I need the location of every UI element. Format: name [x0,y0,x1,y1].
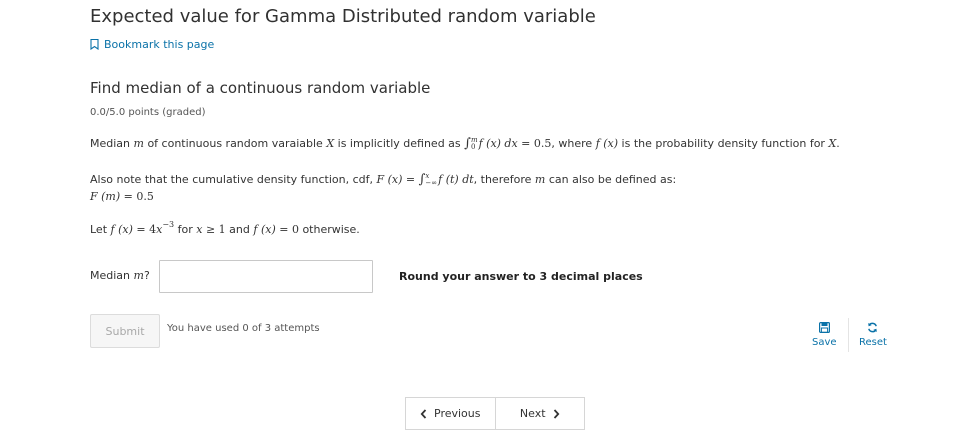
save-button[interactable]: Save [812,322,837,348]
save-label: Save [812,337,837,348]
median-definition-text: Median m of continuous random varaiable … [90,136,840,151]
refresh-icon [868,322,878,333]
attempts-text: You have used 0 of 3 attempts [167,323,320,334]
sequence-navigation: Previous Next [405,397,585,430]
reset-button[interactable]: Reset [859,322,887,348]
page-title: Expected value for Gamma Distributed ran… [90,6,596,27]
points-text: 0.0/5.0 points (graded) [90,107,206,118]
integral-symbol: ∫ [418,172,426,187]
chevron-left-icon [420,408,427,419]
density-function-text: Let f (x) = 4x−3 for x ≥ 1 and f (x) = 0… [90,220,360,237]
reset-label: Reset [859,337,887,348]
submit-button[interactable]: Submit [90,314,160,348]
cdf-definition-text: Also note that the cumulative density fu… [90,172,677,187]
chevron-right-icon [553,408,559,419]
problem-title: Find median of a continuous random varia… [90,79,431,97]
rounding-hint: Round your answer to 3 decimal places [399,270,643,283]
bookmark-icon [90,39,99,50]
integral-symbol: ∫ [464,136,471,151]
answer-label: Median m? [90,269,150,282]
bookmark-label: Bookmark this page [104,38,215,51]
median-answer-input[interactable] [159,260,373,293]
bookmark-button[interactable]: Bookmark this page [90,38,214,51]
median-cdf-equation: F (m) = 0.5 [90,190,154,203]
previous-label: Previous [434,407,481,420]
previous-button[interactable]: Previous [406,398,495,429]
save-icon [818,322,830,333]
next-label: Next [519,407,546,420]
action-divider [848,318,849,352]
next-button[interactable]: Next [494,398,584,429]
